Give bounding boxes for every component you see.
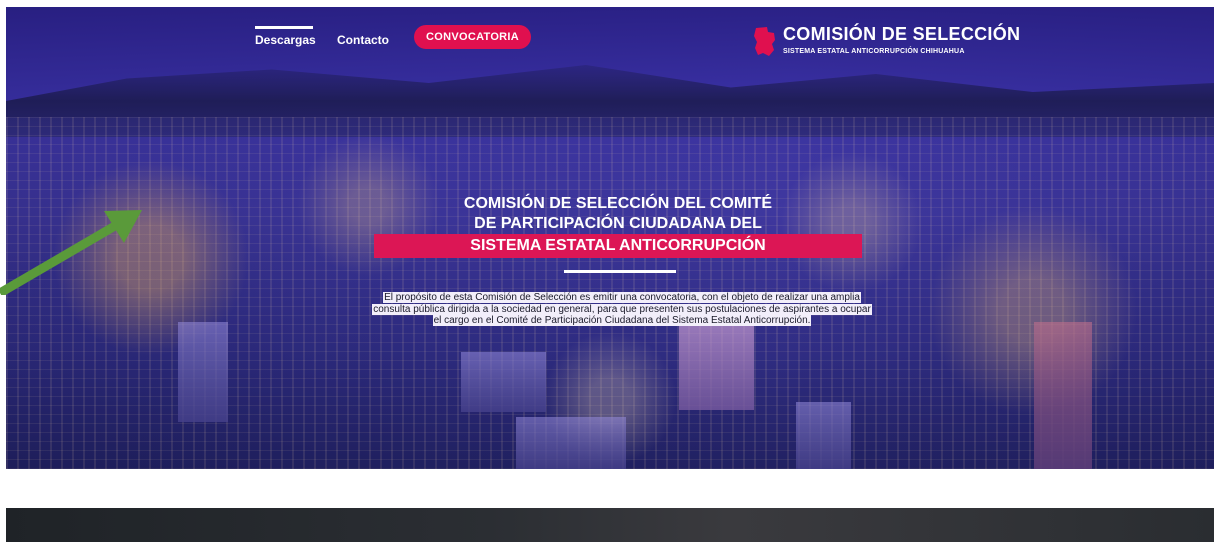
convocatoria-button[interactable]: CONVOCATORIA xyxy=(414,25,531,49)
hero-building xyxy=(461,352,546,412)
logo-title[interactable]: COMISIÓN DE SELECCIÓN xyxy=(783,24,1020,45)
hero-heading-line-2: DE PARTICIPACIÓN CIUDADANA DEL xyxy=(474,215,762,232)
page: Descargas Contacto CONVOCATORIA COMISIÓN… xyxy=(0,0,1220,542)
hero-heading-highlight: SISTEMA ESTATAL ANTICORRUPCIÓN xyxy=(374,234,862,258)
hero-description-text: El propósito de esta Comisión de Selecci… xyxy=(372,292,872,326)
hero-building xyxy=(1034,322,1092,469)
chihuahua-map-icon[interactable] xyxy=(753,26,777,58)
nav-link-contacto[interactable]: Contacto xyxy=(337,33,389,47)
nav-active-indicator xyxy=(255,26,313,29)
nav-link-descargas[interactable]: Descargas xyxy=(255,33,316,47)
hero-heading-line-1: COMISIÓN DE SELECCIÓN DEL COMITÉ xyxy=(463,195,773,212)
hero-description: El propósito de esta Comisión de Selecci… xyxy=(368,292,876,327)
footer-bar xyxy=(6,508,1214,542)
hero-divider xyxy=(564,270,676,273)
hero-building xyxy=(178,322,228,422)
hero-building xyxy=(516,417,626,469)
green-arrow-icon xyxy=(0,210,142,295)
hero-building xyxy=(796,402,851,469)
hero-building xyxy=(679,325,754,410)
logo-subtitle: SISTEMA ESTATAL ANTICORRUPCIÓN CHIHUAHUA xyxy=(783,48,965,55)
